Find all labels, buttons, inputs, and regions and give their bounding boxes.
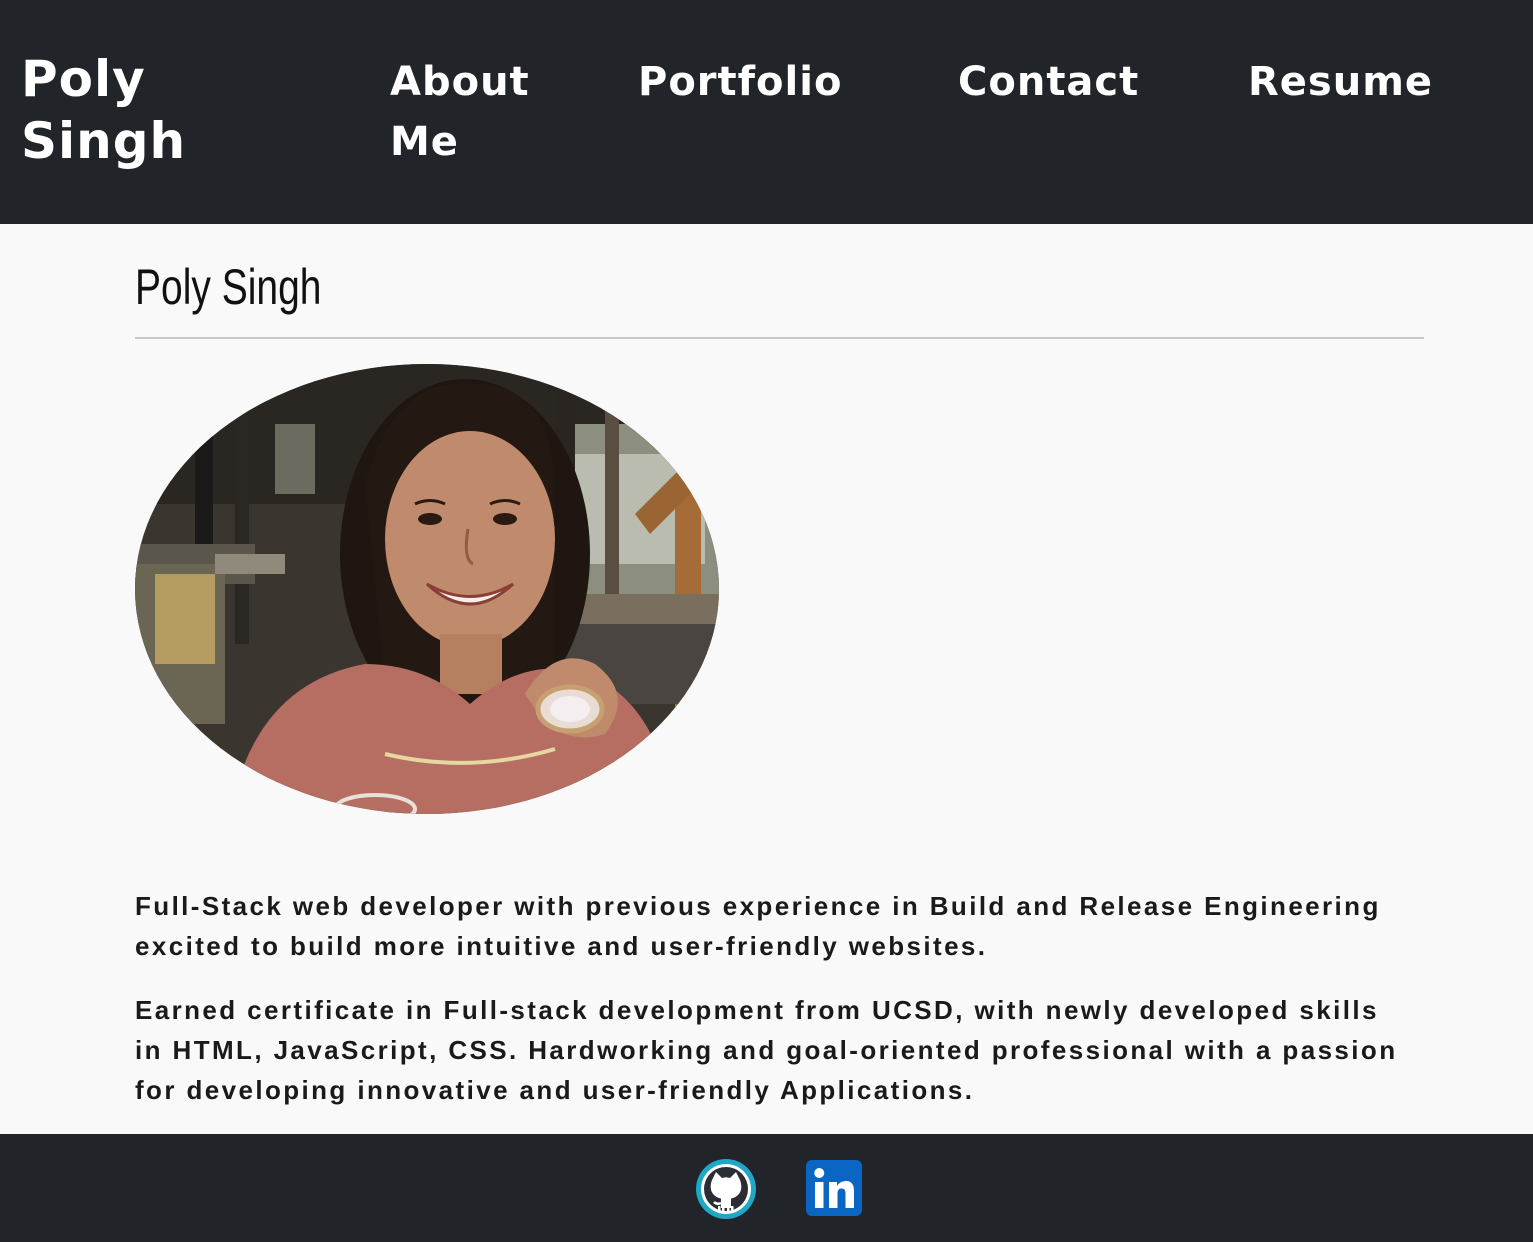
brand-name[interactable]: Poly Singh (21, 48, 281, 172)
github-link[interactable] (695, 1158, 757, 1220)
profile-photo-illustration (135, 364, 719, 814)
github-icon (696, 1159, 756, 1219)
page-title: Poly Singh (135, 259, 322, 315)
title-divider (135, 337, 1424, 339)
nav-portfolio[interactable]: Portfolio (638, 52, 842, 112)
site-footer (0, 1134, 1533, 1242)
bio-paragraph-1: Full-Stack web developer with previous e… (135, 891, 1381, 961)
nav-contact[interactable]: Contact (958, 52, 1139, 112)
linkedin-icon (806, 1160, 862, 1216)
nav-about-me[interactable]: About Me (390, 52, 570, 172)
linkedin-link[interactable] (806, 1160, 862, 1216)
site-header: Poly Singh About Me Portfolio Contact Re… (0, 0, 1533, 224)
profile-photo (135, 364, 719, 814)
nav-resume[interactable]: Resume (1248, 52, 1433, 112)
bio-paragraph-2: Earned certificate in Full-stack develop… (135, 995, 1398, 1105)
